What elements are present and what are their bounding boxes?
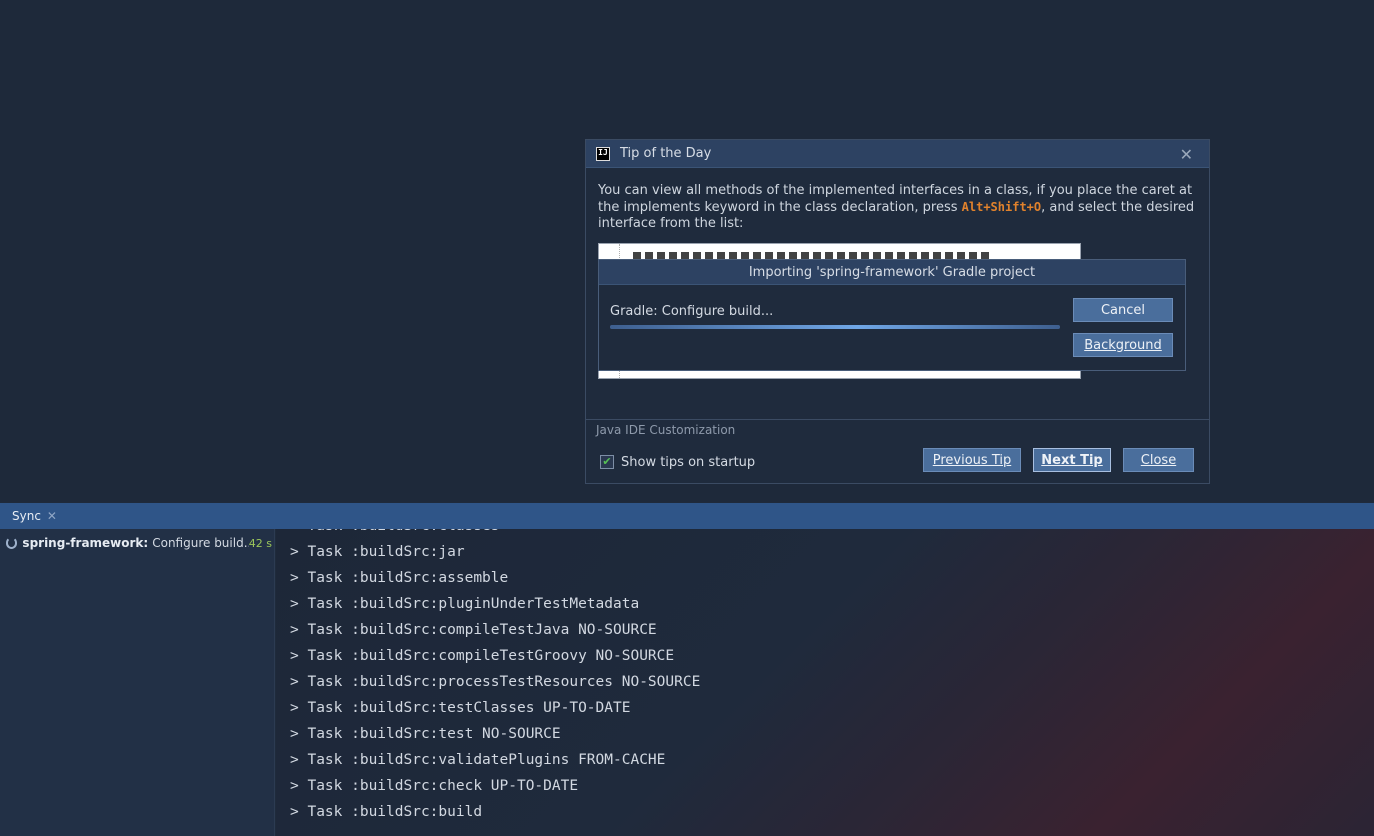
import-dialog-title: Importing 'spring-framework' Gradle proj… bbox=[599, 260, 1185, 285]
tip-shortcut: Alt+Shift+O bbox=[961, 200, 1042, 214]
tab-sync[interactable]: Sync ✕ bbox=[12, 509, 57, 523]
tip-text: You can view all methods of the implemen… bbox=[598, 183, 1198, 232]
previous-tip-button[interactable]: Previous Tip bbox=[923, 448, 1021, 472]
build-tree-panel: spring-framework: Configure build... 42 … bbox=[0, 529, 275, 836]
console-line: > Task :buildSrc:test NO-SOURCE bbox=[290, 726, 561, 742]
console-output: > Task :buildSrc:classes > Task :buildSrc… bbox=[290, 529, 700, 825]
console-line: > Task :buildSrc:processTestResources NO… bbox=[290, 674, 701, 690]
tree-elapsed-time: 42 s bbox=[248, 536, 272, 550]
close-icon[interactable]: ✕ bbox=[1180, 145, 1193, 164]
import-progress-fill bbox=[610, 325, 1060, 329]
tab-close-icon[interactable]: ✕ bbox=[47, 509, 57, 523]
cancel-button[interactable]: Cancel bbox=[1073, 298, 1173, 322]
console-line: > Task :buildSrc:compileTestGroovy NO-SO… bbox=[290, 648, 675, 664]
console-line: > Task :buildSrc:compileTestJava NO-SOUR… bbox=[290, 622, 657, 638]
build-tree-row[interactable]: spring-framework: Configure build... 42 … bbox=[6, 534, 272, 552]
gradle-import-dialog: Importing 'spring-framework' Gradle proj… bbox=[598, 259, 1186, 371]
tree-task-description: Configure build... bbox=[152, 536, 249, 550]
console-line: > Task :buildSrc:validatePlugins FROM-CA… bbox=[290, 752, 666, 768]
console-line: > Task :buildSrc:check UP-TO-DATE bbox=[290, 778, 579, 794]
build-tool-window-body: spring-framework: Configure build... 42 … bbox=[0, 529, 1374, 836]
console-line: > Task :buildSrc:assemble bbox=[290, 570, 509, 586]
import-progress-bar bbox=[610, 325, 1060, 329]
tree-project-name: spring-framework: bbox=[22, 536, 149, 550]
import-status-text: Gradle: Configure build... bbox=[610, 304, 774, 319]
console-line: > Task :buildSrc:jar bbox=[290, 544, 465, 560]
build-tool-window-header: Sync ✕ bbox=[0, 503, 1374, 529]
console-line: > Task :buildSrc:classes bbox=[290, 529, 700, 539]
show-tips-label[interactable]: Show tips on startup bbox=[621, 455, 755, 470]
console-line: > Task :buildSrc:testClasses UP-TO-DATE bbox=[290, 700, 631, 716]
next-tip-button[interactable]: Next Tip bbox=[1033, 448, 1111, 472]
tip-category: Java IDE Customization bbox=[586, 419, 1209, 440]
build-console[interactable]: > Task :buildSrc:classes > Task :buildSrc… bbox=[276, 529, 1374, 836]
intellij-logo-icon: IJ bbox=[596, 146, 610, 161]
console-line: > Task :buildSrc:pluginUnderTestMetadata bbox=[290, 596, 640, 612]
console-line: > Task :buildSrc:build bbox=[290, 804, 483, 820]
close-button[interactable]: Close bbox=[1123, 448, 1194, 472]
tab-sync-label: Sync bbox=[12, 509, 41, 523]
show-tips-checkbox[interactable]: ✔ bbox=[600, 455, 614, 469]
tip-dialog-title: Tip of the Day bbox=[620, 146, 712, 161]
tip-dialog-titlebar: IJ Tip of the Day bbox=[586, 140, 1209, 168]
background-button[interactable]: Background bbox=[1073, 333, 1173, 357]
spinner-icon bbox=[6, 537, 18, 549]
